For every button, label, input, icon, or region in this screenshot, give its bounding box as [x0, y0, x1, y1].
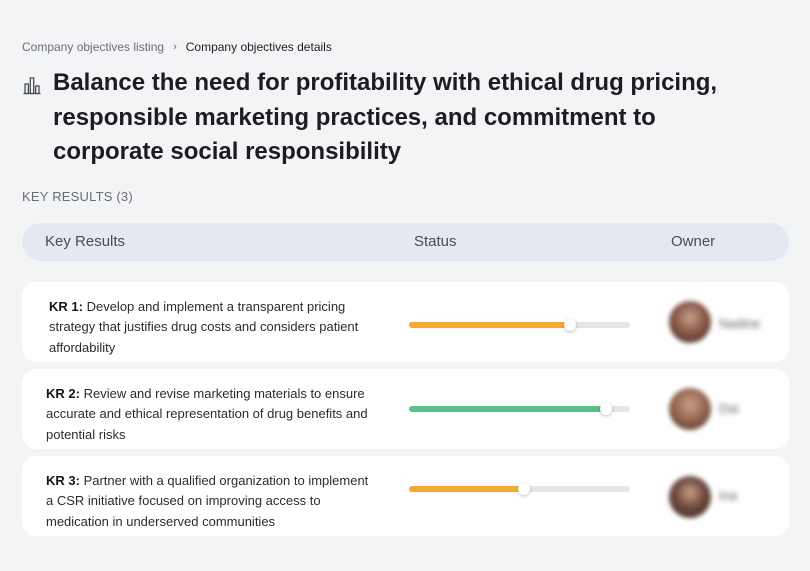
avatar — [669, 301, 711, 343]
column-header-key-results: Key Results — [45, 233, 126, 250]
progress-handle[interactable] — [564, 319, 577, 331]
owner-name: Nadine — [719, 316, 761, 331]
key-result-text: KR 1: Develop and implement a transparen… — [49, 297, 379, 358]
key-results-count: KEY RESULTS (3) — [22, 189, 133, 204]
key-result-text: KR 2: Review and revise marketing materi… — [46, 384, 376, 445]
breadcrumb-parent-link[interactable]: Company objectives listing — [22, 40, 164, 54]
owner-name: Dai — [719, 401, 739, 416]
column-header-status: Status — [414, 233, 457, 250]
key-result-id: KR 1: — [49, 299, 83, 314]
key-result-text: KR 3: Partner with a qualified organizat… — [46, 471, 376, 532]
progress-handle[interactable] — [517, 483, 530, 495]
owner-name: Ina — [719, 488, 738, 503]
key-result-id: KR 3: — [46, 473, 80, 488]
avatar — [669, 476, 711, 518]
page-title: Balance the need for profitability with … — [53, 69, 718, 165]
objective-details-page: Company objectives listing › Company obj… — [0, 0, 810, 571]
progress-fill — [409, 406, 606, 412]
objective-header: Balance the need for profitability with … — [22, 66, 782, 170]
progress-bar — [409, 483, 630, 495]
breadcrumb: Company objectives listing › Company obj… — [22, 40, 332, 54]
key-result-row[interactable]: KR 1: Develop and implement a transparen… — [22, 282, 789, 362]
progress-fill — [409, 322, 571, 328]
key-result-row[interactable]: KR 3: Partner with a qualified organizat… — [22, 456, 789, 536]
progress-handle[interactable] — [599, 403, 612, 415]
progress-bar — [409, 319, 630, 331]
table-header: Key Results Status Owner — [22, 223, 789, 261]
progress-bar — [409, 403, 630, 415]
key-result-description: Partner with a qualified organization to… — [46, 473, 369, 529]
key-result-description: Review and revise marketing materials to… — [46, 386, 368, 442]
avatar — [669, 388, 711, 430]
breadcrumb-current: Company objectives details — [185, 40, 332, 54]
progress-fill — [409, 486, 524, 492]
key-result-row[interactable]: KR 2: Review and revise marketing materi… — [22, 369, 789, 449]
breadcrumb-separator: › — [173, 41, 177, 53]
column-header-owner: Owner — [671, 233, 716, 250]
building-chart-icon — [23, 77, 41, 95]
key-result-id: KR 2: — [46, 386, 80, 401]
key-result-description: Develop and implement a transparent pric… — [49, 299, 359, 355]
